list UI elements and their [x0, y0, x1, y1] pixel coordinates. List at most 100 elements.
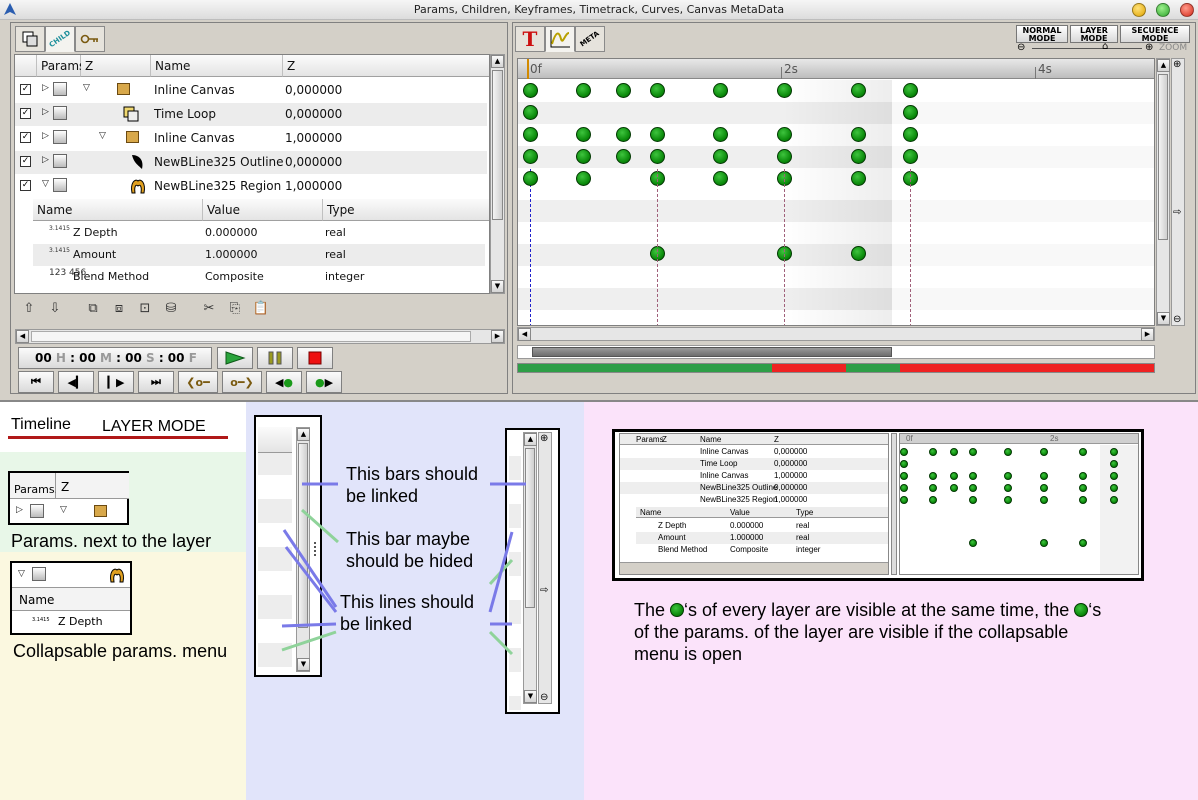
layer-params-icon[interactable]	[53, 130, 67, 144]
layer-params-icon[interactable]	[53, 154, 67, 168]
scroll-up-icon[interactable]: ▲	[491, 55, 504, 68]
header-name[interactable]: Name	[151, 55, 283, 77]
lower-layer-icon[interactable]: ⇩	[45, 299, 65, 319]
zoom-in-icon[interactable]: ⊕	[1173, 59, 1181, 70]
raise-layer-icon[interactable]: ⇧	[19, 299, 39, 319]
layer-params-icon[interactable]	[53, 178, 67, 192]
vertical-zoom-bar[interactable]: ⊕ ⇨ ⊖	[1171, 58, 1185, 326]
header-params[interactable]: Params	[37, 55, 85, 77]
zoom-out-icon[interactable]: ⊖	[1017, 42, 1025, 53]
param-header-type[interactable]: Type	[323, 199, 489, 221]
keyframe-waypoint[interactable]	[713, 127, 728, 142]
pause-button[interactable]	[257, 347, 293, 369]
scroll-down-icon[interactable]: ▼	[491, 280, 504, 293]
tab-canvas-metadata[interactable]: META	[575, 26, 605, 52]
copy-icon[interactable]: ⎘	[225, 299, 245, 319]
tree-vertical-scrollbar[interactable]: ▲ ▼	[490, 54, 505, 294]
layer-checkbox[interactable]: ✓	[20, 108, 31, 119]
timetrack[interactable]: 0f 2s 4s	[517, 58, 1155, 326]
prev-waypoint-button[interactable]: ◀●	[266, 371, 302, 393]
scroll-right-icon[interactable]: ▶	[491, 330, 504, 343]
scroll-left-icon[interactable]: ◀	[518, 328, 531, 341]
play-button[interactable]	[217, 347, 253, 369]
keyframe-waypoint[interactable]	[713, 83, 728, 98]
delete-layer-icon[interactable]: ⛁	[161, 299, 181, 319]
stop-button[interactable]	[297, 347, 333, 369]
normal-mode-button[interactable]: NORMAL MODE	[1016, 25, 1068, 43]
seek-begin-button[interactable]: ⏮	[18, 371, 54, 393]
tree-horizontal-scrollbar[interactable]: ◀ ▶	[15, 329, 505, 344]
close-button[interactable]	[1180, 3, 1194, 17]
keyframe-waypoint[interactable]	[650, 149, 665, 164]
param-header-value[interactable]: Value	[203, 199, 323, 221]
minimize-button[interactable]	[1132, 3, 1146, 17]
keyframe-waypoint[interactable]	[650, 127, 665, 142]
tab-keyframes[interactable]	[75, 26, 105, 52]
param-value[interactable]: 0.000000	[205, 226, 258, 239]
next-frame-button[interactable]: ▎▶	[98, 371, 134, 393]
select-children-icon[interactable]: ⊡	[135, 299, 155, 319]
layer-mode-button[interactable]: LAYER MODE	[1070, 25, 1118, 43]
tab-text[interactable]: T	[515, 26, 545, 52]
param-value[interactable]: Composite	[205, 270, 264, 283]
keyframe-waypoint[interactable]	[523, 149, 538, 164]
expand-arrow-icon[interactable]: ▷	[42, 83, 49, 93]
scroll-thumb[interactable]	[1158, 74, 1168, 240]
next-waypoint-button[interactable]: ●▶	[306, 371, 342, 393]
layer-row[interactable]: ✓ ▷ NewBLine325 Outline 0,000000	[15, 151, 487, 174]
scroll-left-icon[interactable]: ◀	[16, 330, 29, 343]
keyframe-waypoint[interactable]	[777, 127, 792, 142]
expand-arrow-icon[interactable]: ▷	[42, 155, 49, 165]
keyframe-waypoint[interactable]	[616, 127, 631, 142]
header-z-short[interactable]: Z	[81, 55, 151, 77]
keyframe-waypoint[interactable]	[713, 171, 728, 186]
keyframe-waypoint[interactable]	[523, 105, 538, 120]
collapse-arrow-icon[interactable]: ▽	[42, 179, 49, 189]
time-slider[interactable]	[517, 345, 1155, 359]
keyframe-waypoint[interactable]	[777, 149, 792, 164]
keyframe-waypoint[interactable]	[851, 171, 866, 186]
track-horizontal-scrollbar[interactable]: ◀ ▶	[517, 327, 1155, 341]
zoom-in-icon[interactable]: ⊕	[1145, 42, 1153, 53]
prev-frame-button[interactable]: ◀▎	[58, 371, 94, 393]
param-row[interactable]: 3.1415 Z Depth 0.000000 real	[33, 222, 485, 244]
layer-row[interactable]: ✓ ▷ ▽ Inline Canvas 1,000000	[15, 127, 487, 150]
cut-icon[interactable]: ✂	[199, 299, 219, 319]
keyframe-waypoint[interactable]	[616, 83, 631, 98]
maximize-button[interactable]	[1156, 3, 1170, 17]
keyframe-waypoint[interactable]	[903, 127, 918, 142]
paste-icon[interactable]: 📋	[251, 299, 271, 319]
keyframe-waypoint[interactable]	[903, 149, 918, 164]
param-row[interactable]: 3.1415 Amount 1.000000 real	[33, 244, 485, 266]
tab-layers[interactable]	[15, 26, 45, 52]
layer-row[interactable]: ✓ ▷ ▽ Inline Canvas 0,000000	[15, 79, 487, 102]
keyframe-waypoint[interactable]	[576, 127, 591, 142]
prev-keyframe-button[interactable]: ❮o━	[178, 371, 218, 393]
layer-row[interactable]: ✓ ▷ Time Loop 0,000000	[15, 103, 487, 126]
keyframe-waypoint[interactable]	[851, 83, 866, 98]
keyframe-waypoint[interactable]	[523, 171, 538, 186]
keyframe-waypoint[interactable]	[576, 149, 591, 164]
keyframe-waypoint[interactable]	[713, 149, 728, 164]
scroll-up-icon[interactable]: ▲	[1157, 59, 1170, 72]
seek-end-button[interactable]: ⏭	[138, 371, 174, 393]
scroll-thumb[interactable]	[31, 331, 471, 342]
scroll-down-icon[interactable]: ▼	[1157, 312, 1170, 325]
sequence-mode-button[interactable]: SECUENCE MODE	[1120, 25, 1190, 43]
collapse-arrow-icon[interactable]: ▽	[99, 131, 106, 141]
keyframe-waypoint[interactable]	[616, 149, 631, 164]
keyframe-waypoint[interactable]	[650, 83, 665, 98]
layer-checkbox[interactable]: ✓	[20, 156, 31, 167]
keyframe-waypoint[interactable]	[576, 83, 591, 98]
layer-params-icon[interactable]	[53, 106, 67, 120]
time-field[interactable]: 00 H : 00 M : 00 S : 00 F	[18, 347, 212, 369]
duplicate-layer-icon[interactable]: ⧉	[83, 299, 103, 319]
keyframe-waypoint[interactable]	[523, 83, 538, 98]
layer-row[interactable]: ✓ ▽ NewBLine325 Region 1,000000	[15, 175, 487, 198]
keyframe-waypoint[interactable]	[903, 83, 918, 98]
layer-checkbox[interactable]: ✓	[20, 180, 31, 191]
header-z[interactable]: Z	[283, 55, 489, 77]
param-header-name[interactable]: Name	[33, 199, 203, 221]
layer-checkbox[interactable]: ✓	[20, 84, 31, 95]
tab-children[interactable]: CHILD	[45, 26, 75, 52]
